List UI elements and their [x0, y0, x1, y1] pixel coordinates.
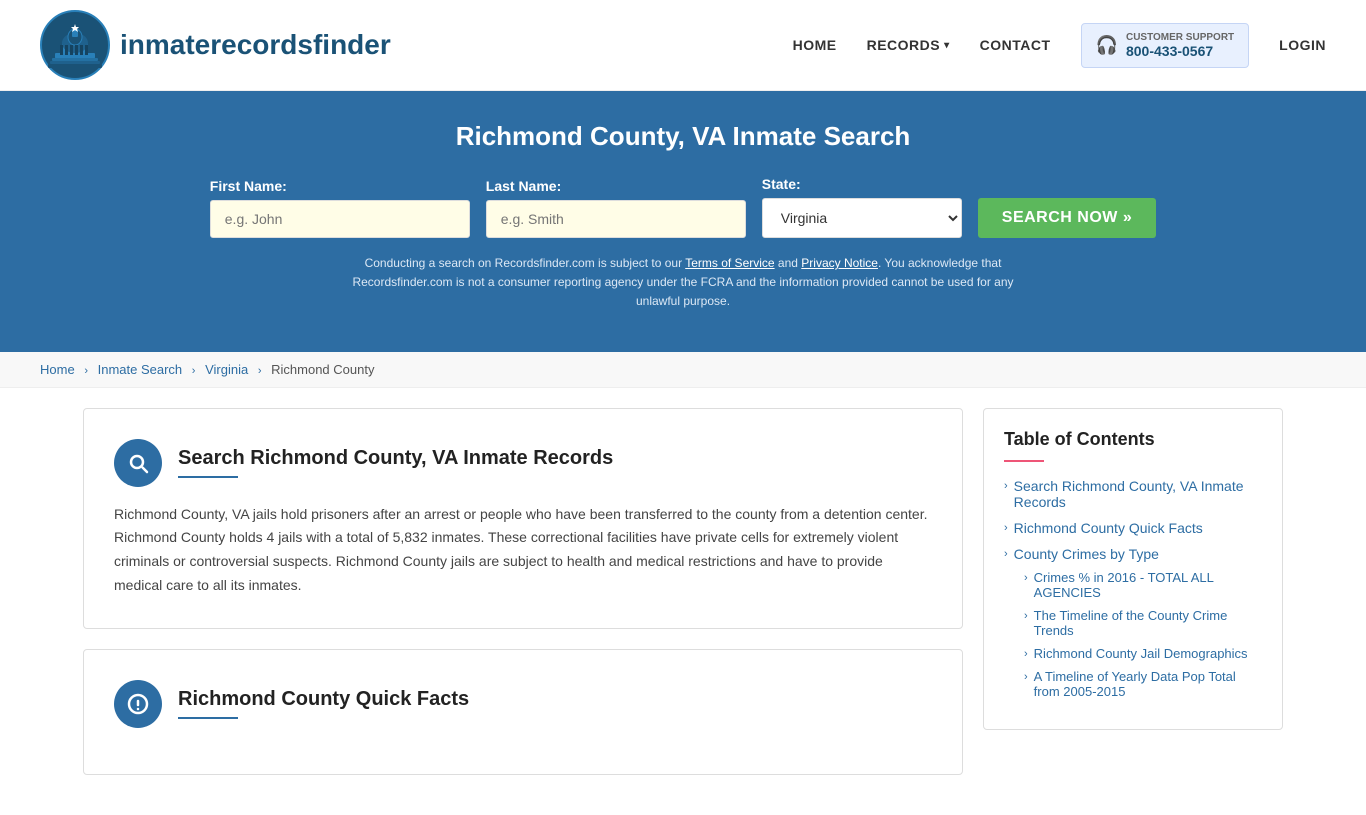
- chevron-right-sub-icon-2: ›: [1024, 610, 1028, 622]
- chevron-right-icon-2: ›: [1004, 522, 1008, 534]
- chevron-right-sub-icon-1: ›: [1024, 572, 1028, 584]
- toc-sub-link-3[interactable]: › Richmond County Jail Demographics: [1024, 646, 1262, 661]
- breadcrumb-home[interactable]: Home: [40, 362, 75, 377]
- logo-icon[interactable]: [40, 10, 110, 80]
- first-name-group: First Name:: [210, 178, 470, 238]
- toc-sub-item-2: › The Timeline of the County Crime Trend…: [1024, 608, 1262, 638]
- breadcrumb-richmond-county: Richmond County: [271, 362, 374, 377]
- nav-records-label: RECORDS: [867, 37, 941, 53]
- nav-records[interactable]: RECORDS ▾: [867, 37, 950, 53]
- sep-1: ›: [84, 365, 88, 377]
- chevron-right-sub-icon-3: ›: [1024, 648, 1028, 660]
- state-label: State:: [762, 176, 801, 192]
- customer-support-label: CUSTOMER SUPPORT: [1126, 32, 1234, 43]
- toc-sub-label-2: The Timeline of the County Crime Trends: [1034, 608, 1262, 638]
- state-select[interactable]: VirginiaAlabamaAlaskaArizonaArkansasCali…: [762, 198, 962, 238]
- toc-link-1[interactable]: › Search Richmond County, VA Inmate Reco…: [1004, 478, 1262, 510]
- search-title-underline: [178, 476, 238, 478]
- toc-label-2: Richmond County Quick Facts: [1014, 520, 1203, 536]
- search-form: First Name: Last Name: State: VirginiaAl…: [203, 176, 1163, 238]
- chevron-right-icon-3: ›: [1004, 548, 1008, 560]
- chevron-right-sub-icon-4: ›: [1024, 671, 1028, 683]
- main-nav: HOME RECORDS ▾ CONTACT 🎧 CUSTOMER SUPPOR…: [793, 23, 1326, 68]
- breadcrumb: Home › Inmate Search › Virginia › Richmo…: [0, 352, 1366, 388]
- search-icon-circle: [114, 439, 162, 487]
- content-area: Search Richmond County, VA Inmate Record…: [83, 408, 963, 795]
- quick-facts-card-header: Richmond County Quick Facts: [114, 680, 932, 728]
- breadcrumb-virginia[interactable]: Virginia: [205, 362, 248, 377]
- toc-sub-list: › Crimes % in 2016 - TOTAL ALL AGENCIES …: [1004, 570, 1262, 699]
- chevron-right-icon-1: ›: [1004, 480, 1008, 492]
- customer-support-number: 800-433-0567: [1126, 43, 1234, 59]
- nav-login[interactable]: LOGIN: [1279, 37, 1326, 53]
- last-name-input[interactable]: [486, 200, 746, 238]
- toc-list: › Search Richmond County, VA Inmate Reco…: [1004, 478, 1262, 699]
- toc-sub-label-4: A Timeline of Yearly Data Pop Total from…: [1034, 669, 1262, 699]
- last-name-label: Last Name:: [486, 178, 561, 194]
- nav-contact[interactable]: CONTACT: [980, 37, 1051, 53]
- search-icon: [126, 451, 150, 475]
- info-icon: [126, 692, 150, 716]
- hero-title: Richmond County, VA Inmate Search: [40, 121, 1326, 152]
- toc-sub-label-1: Crimes % in 2016 - TOTAL ALL AGENCIES: [1034, 570, 1262, 600]
- customer-support-button[interactable]: 🎧 CUSTOMER SUPPORT 800-433-0567: [1081, 23, 1250, 68]
- toc-title: Table of Contents: [1004, 429, 1262, 450]
- site-header: inmaterecordsfinder HOME RECORDS ▾ CONTA…: [0, 0, 1366, 91]
- toc-sub-item-4: › A Timeline of Yearly Data Pop Total fr…: [1024, 669, 1262, 699]
- nav-home[interactable]: HOME: [793, 37, 837, 53]
- first-name-input[interactable]: [210, 200, 470, 238]
- toc-label-1: Search Richmond County, VA Inmate Record…: [1014, 478, 1262, 510]
- chevron-down-icon: ▾: [944, 40, 950, 51]
- toc-item-2: › Richmond County Quick Facts: [1004, 520, 1262, 536]
- first-name-label: First Name:: [210, 178, 287, 194]
- quick-facts-title-area: Richmond County Quick Facts: [178, 688, 469, 719]
- logo-light-text: inmaterecords: [120, 29, 313, 60]
- toc-item-3: › County Crimes by Type › Crimes % in 20…: [1004, 546, 1262, 699]
- terms-link[interactable]: Terms of Service: [685, 256, 774, 270]
- logo-area: inmaterecordsfinder: [40, 10, 391, 80]
- toc-link-3[interactable]: › County Crimes by Type: [1004, 546, 1262, 562]
- toc-item-1: › Search Richmond County, VA Inmate Reco…: [1004, 478, 1262, 510]
- toc-sub-label-3: Richmond County Jail Demographics: [1034, 646, 1248, 661]
- search-card-body: Richmond County, VA jails hold prisoners…: [114, 503, 932, 598]
- toc-sub-link-4[interactable]: › A Timeline of Yearly Data Pop Total fr…: [1024, 669, 1262, 699]
- headphone-icon: 🎧: [1096, 35, 1118, 56]
- search-card-title: Search Richmond County, VA Inmate Record…: [178, 447, 613, 470]
- sep-3: ›: [258, 365, 262, 377]
- sidebar: Table of Contents › Search Richmond Coun…: [983, 408, 1283, 795]
- quick-facts-card-title: Richmond County Quick Facts: [178, 688, 469, 711]
- search-card-title-area: Search Richmond County, VA Inmate Record…: [178, 447, 613, 478]
- breadcrumb-inmate-search[interactable]: Inmate Search: [98, 362, 183, 377]
- hero-disclaimer: Conducting a search on Recordsfinder.com…: [333, 254, 1033, 312]
- toc-divider: [1004, 460, 1044, 462]
- toc-sub-link-1[interactable]: › Crimes % in 2016 - TOTAL ALL AGENCIES: [1024, 570, 1262, 600]
- toc-link-2[interactable]: › Richmond County Quick Facts: [1004, 520, 1262, 536]
- privacy-link[interactable]: Privacy Notice: [801, 256, 878, 270]
- toc-sub-item-3: › Richmond County Jail Demographics: [1024, 646, 1262, 661]
- search-card-header: Search Richmond County, VA Inmate Record…: [114, 439, 932, 487]
- main-content: Search Richmond County, VA Inmate Record…: [43, 388, 1323, 815]
- quick-facts-title-underline: [178, 717, 238, 719]
- search-records-card: Search Richmond County, VA Inmate Record…: [83, 408, 963, 629]
- toc-sub-item-1: › Crimes % in 2016 - TOTAL ALL AGENCIES: [1024, 570, 1262, 600]
- toc-sub-link-2[interactable]: › The Timeline of the County Crime Trend…: [1024, 608, 1262, 638]
- state-group: State: VirginiaAlabamaAlaskaArizonaArkan…: [762, 176, 962, 238]
- last-name-group: Last Name:: [486, 178, 746, 238]
- quick-facts-icon-circle: [114, 680, 162, 728]
- search-button[interactable]: SEARCH NOW »: [978, 198, 1156, 238]
- logo-text[interactable]: inmaterecordsfinder: [120, 29, 391, 61]
- logo-bold-text: finder: [313, 29, 391, 60]
- quick-facts-card: Richmond County Quick Facts: [83, 649, 963, 775]
- toc-card: Table of Contents › Search Richmond Coun…: [983, 408, 1283, 730]
- hero-section: Richmond County, VA Inmate Search First …: [0, 91, 1366, 352]
- customer-support-text: CUSTOMER SUPPORT 800-433-0567: [1126, 32, 1234, 59]
- sep-2: ›: [192, 365, 196, 377]
- toc-label-3: County Crimes by Type: [1014, 546, 1159, 562]
